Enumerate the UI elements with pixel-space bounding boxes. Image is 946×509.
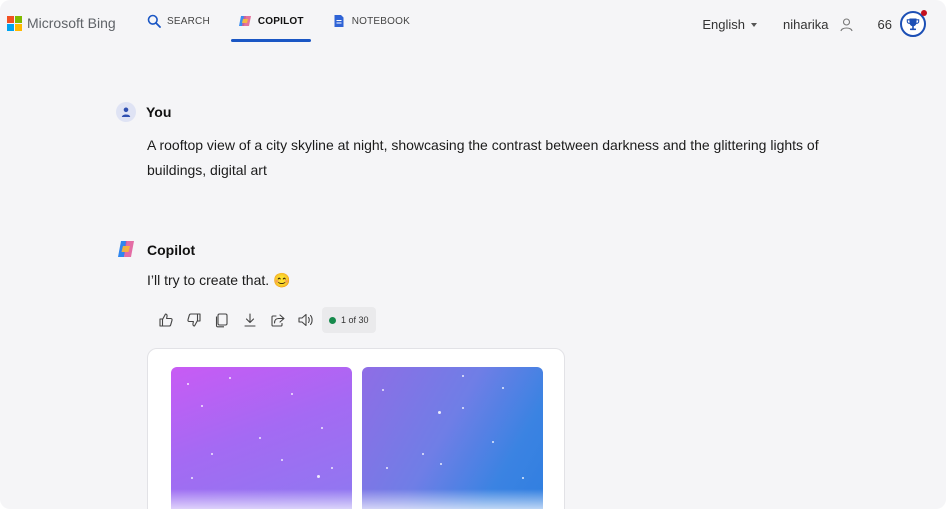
bing-logo[interactable]: Microsoft Bing (7, 15, 116, 31)
status-dot (329, 316, 336, 324)
assistant-message-header: Copilot (116, 239, 195, 260)
notebook-icon (334, 15, 344, 27)
account-button[interactable]: niharika (783, 17, 854, 32)
thumbs-down-icon (187, 313, 201, 327)
language-selector[interactable]: English (702, 17, 757, 32)
user-prompt: A rooftop view of a city skyline at nigh… (147, 137, 819, 178)
response-counter: 1 of 30 (322, 307, 376, 333)
tab-copilot-label: COPILOT (257, 15, 304, 27)
thumbs-up-icon (159, 313, 173, 327)
download-icon (244, 313, 256, 327)
response-actions: 1 of 30 (152, 307, 376, 333)
copy-button[interactable] (208, 307, 236, 333)
tab-notebook[interactable]: NOTEBOOK (325, 0, 417, 42)
main-nav: SEARCH COPILOT NOTEBOOK (140, 0, 431, 48)
microsoft-logo-icon (7, 15, 22, 31)
rewards-points[interactable]: 66 (878, 17, 892, 32)
tab-search[interactable]: SEARCH (140, 0, 217, 42)
generated-image[interactable] (171, 367, 352, 509)
copilot-page: Microsoft Bing SEARCH COPILOT NOTEBOOK E… (0, 0, 946, 509)
user-avatar (116, 102, 136, 122)
copilot-icon (238, 16, 251, 26)
user-message-header: You (116, 102, 171, 122)
user-name: niharika (783, 16, 829, 32)
share-icon (271, 314, 285, 327)
image-fade (171, 489, 352, 509)
response-counter-label: 1 of 30 (341, 315, 369, 325)
person-icon (121, 107, 131, 117)
person-icon (839, 17, 853, 31)
image-fade (362, 489, 543, 509)
dislike-button[interactable] (180, 307, 208, 333)
header-right: English niharika 66 (702, 10, 927, 38)
trophy-icon (906, 18, 920, 31)
image-results-card (147, 348, 565, 509)
copilot-logo-icon (118, 241, 134, 257)
rewards-button[interactable] (900, 10, 927, 37)
user-label: You (146, 104, 172, 120)
tab-copilot[interactable]: COPILOT (230, 0, 311, 42)
assistant-label: Copilot (147, 241, 196, 258)
language-label: English (702, 16, 745, 32)
generated-image[interactable] (362, 367, 543, 509)
top-bar: Microsoft Bing SEARCH COPILOT NOTEBOOK E… (0, 0, 946, 48)
search-icon (147, 14, 161, 28)
download-button[interactable] (236, 307, 264, 333)
chevron-down-icon (751, 23, 757, 27)
read-aloud-icon (298, 313, 313, 327)
copy-icon (215, 313, 228, 328)
notification-dot (921, 10, 927, 16)
tab-search-label: SEARCH (167, 15, 210, 27)
tab-notebook-label: NOTEBOOK (351, 15, 410, 27)
like-button[interactable] (152, 307, 180, 333)
share-button[interactable] (264, 307, 292, 333)
brand-name: Microsoft Bing (27, 15, 116, 31)
read-aloud-button[interactable] (292, 307, 320, 333)
assistant-reply: I’ll try to create that. 😊 (147, 272, 291, 288)
